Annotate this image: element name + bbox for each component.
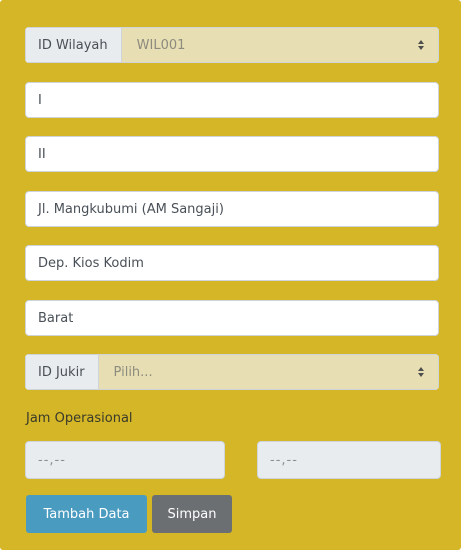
- jukir-selected-value: Pilih...: [113, 364, 153, 380]
- jukir-input-group[interactable]: ID Jukir Pilih...: [25, 354, 439, 390]
- field-address[interactable]: Jl. Mangkubumi (AM Sangaji): [25, 191, 439, 227]
- wilayah-label: ID Wilayah: [25, 27, 121, 63]
- wilayah-selected-value: WIL001: [136, 37, 186, 53]
- jam-operasional-label: Jam Operasional: [26, 411, 133, 426]
- time-start-input[interactable]: --,--: [25, 441, 225, 479]
- jukir-label: ID Jukir: [25, 354, 98, 390]
- wilayah-select[interactable]: WIL001: [120, 27, 439, 63]
- simpan-button[interactable]: Simpan: [152, 495, 232, 533]
- form-panel: ID Wilayah WIL001 I II Jl. Mangkubumi (A…: [0, 0, 461, 550]
- select-arrows-icon: [418, 40, 424, 50]
- time-end-input[interactable]: --,--: [257, 441, 441, 479]
- jukir-select[interactable]: Pilih...: [97, 354, 439, 390]
- field-direction[interactable]: Barat: [25, 300, 439, 336]
- field-location[interactable]: Dep. Kios Kodim: [25, 245, 439, 281]
- tambah-data-button[interactable]: Tambah Data: [26, 495, 147, 533]
- wilayah-input-group[interactable]: ID Wilayah WIL001: [25, 27, 439, 63]
- select-arrows-icon: [418, 367, 424, 377]
- field-1[interactable]: I: [25, 82, 439, 118]
- field-2[interactable]: II: [25, 136, 439, 172]
